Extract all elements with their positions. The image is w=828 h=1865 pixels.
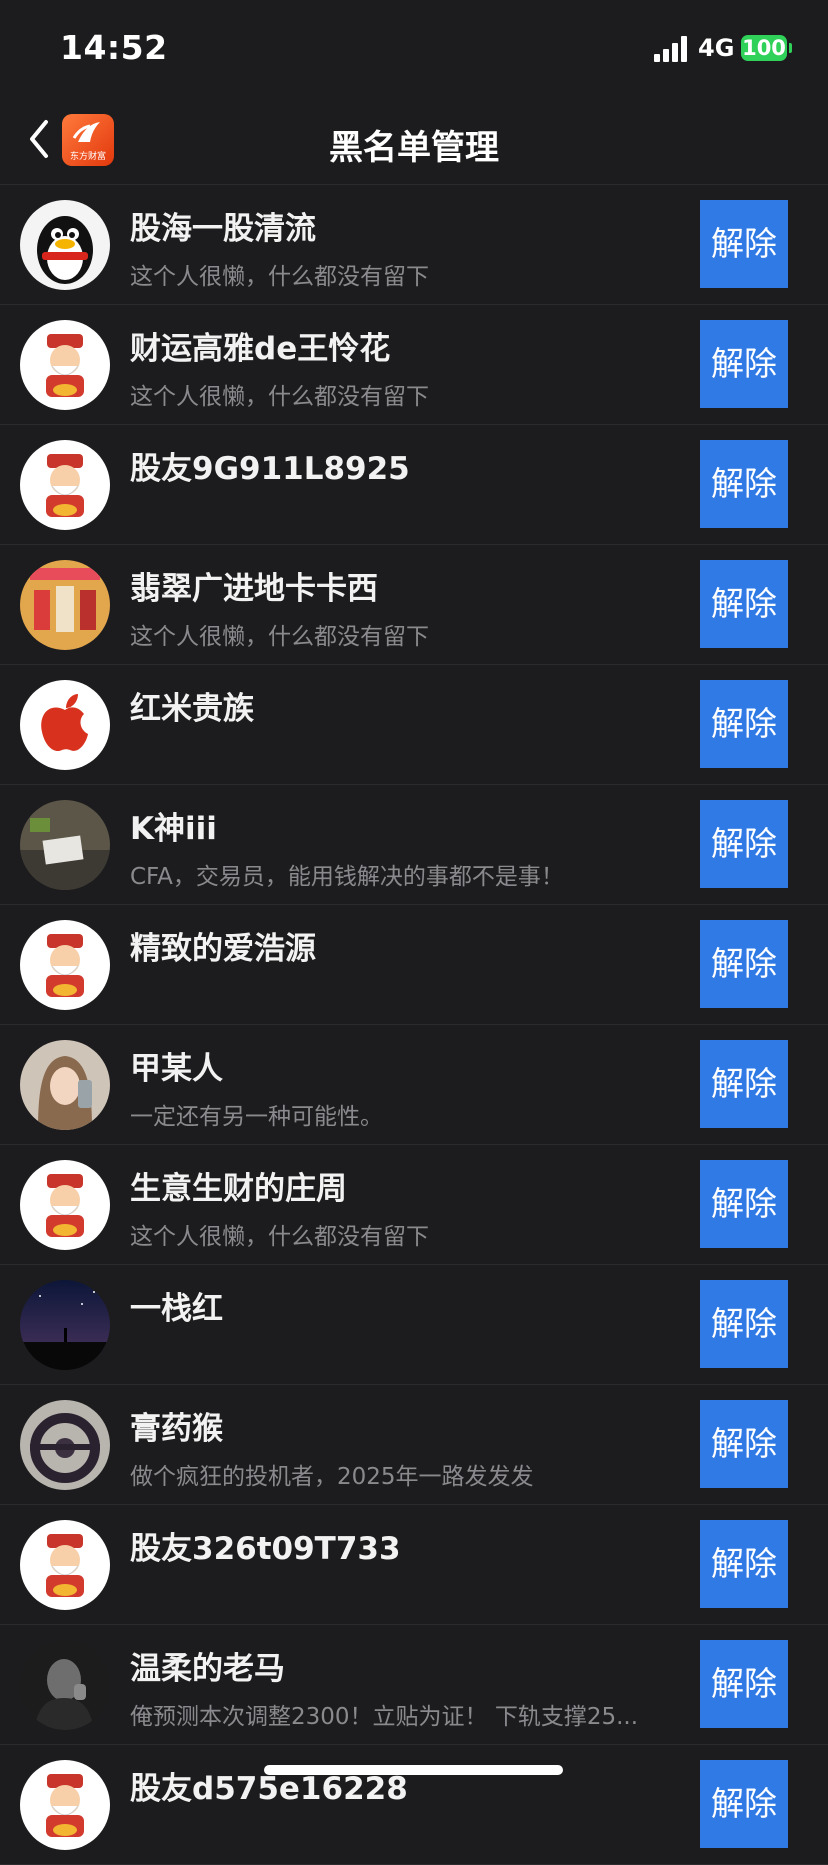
user-bio: 这个人很懒，什么都没有留下 [130, 264, 429, 290]
network-type: 4G [698, 34, 735, 62]
list-item[interactable]: 财运高雅de王怜花这个人很懒，什么都没有留下 解除 [0, 305, 828, 425]
status-bar: 14:52 4G 100 [0, 0, 828, 100]
user-bio: 做个疯狂的投机者，2025年一路发发发 [130, 1464, 534, 1490]
user-bio: 这个人很懒，什么都没有留下 [130, 1224, 429, 1250]
night-sky-avatar[interactable] [20, 1280, 110, 1370]
apple-logo-avatar[interactable] [20, 680, 110, 770]
list-item[interactable]: 一栈红 解除 [0, 1265, 828, 1385]
unblock-button[interactable]: 解除 [700, 680, 788, 768]
page-title: 黑名单管理 [329, 128, 499, 168]
list-item[interactable]: 股友326t09T733 解除 [0, 1505, 828, 1625]
user-name: 甲某人 [130, 1051, 223, 1087]
battery-cap [789, 43, 792, 53]
unblock-button[interactable]: 解除 [700, 560, 788, 648]
unblock-button[interactable]: 解除 [700, 1640, 788, 1728]
blacklist: 股海一股清流 这个人很懒，什么都没有留下 解除 财运高雅de王怜花 这个人很懒，什么都没… [0, 185, 828, 1865]
list-item[interactable]: 温柔的老马俺预测本次调整2300！立贴为证！ 下轨支撑25... 解除 [0, 1625, 828, 1745]
user-name: 膏药猴 [130, 1411, 223, 1447]
fortune-god-avatar[interactable] [20, 440, 110, 530]
user-name: 股海一股清流 [130, 211, 316, 247]
unblock-button[interactable]: 解除 [700, 440, 788, 528]
unblock-button[interactable]: 解除 [700, 1160, 788, 1248]
user-name: 温柔的老马 [130, 1651, 285, 1687]
list-item[interactable]: 股友d575e16228 解除 [0, 1745, 828, 1865]
fortune-god-avatar[interactable] [20, 320, 110, 410]
status-time: 14:52 [60, 28, 168, 67]
user-name: 一栈红 [130, 1291, 223, 1327]
user-bio: 这个人很懒，什么都没有留下 [130, 624, 429, 650]
family-photo-avatar[interactable] [20, 560, 110, 650]
list-item[interactable]: 红米贵族 解除 [0, 665, 828, 785]
user-name: 翡翠广进地卡卡西 [130, 571, 378, 607]
unblock-button[interactable]: 解除 [700, 800, 788, 888]
list-item[interactable]: 精致的爱浩源 解除 [0, 905, 828, 1025]
desk-photo-avatar[interactable] [20, 800, 110, 890]
user-name: 生意生财的庄周 [130, 1171, 347, 1207]
list-item[interactable]: 甲某人一定还有另一种可能性。 解除 [0, 1025, 828, 1145]
nav-bar: 东方财富 黑名单管理 [0, 100, 828, 185]
unblock-button[interactable]: 解除 [700, 1520, 788, 1608]
user-name: 财运高雅de王怜花 [130, 331, 391, 367]
list-item[interactable]: K神iii CFA，交易员，能用钱解决的事都不是事！ 解除 [0, 785, 828, 905]
steering-wheel-avatar[interactable] [20, 1400, 110, 1490]
cellular-signal-icon [654, 36, 688, 62]
unblock-button[interactable]: 解除 [700, 1040, 788, 1128]
user-bio: 俺预测本次调整2300！立贴为证！ 下轨支撑25... [130, 1704, 639, 1730]
fortune-god-avatar[interactable] [20, 1760, 110, 1850]
user-name: 红米贵族 [130, 691, 254, 727]
fortune-god-avatar[interactable] [20, 1160, 110, 1250]
user-bio: CFA，交易员，能用钱解决的事都不是事！ [130, 864, 564, 890]
fortune-god-avatar[interactable] [20, 920, 110, 1010]
list-item[interactable]: 股友9G911L8925 解除 [0, 425, 828, 545]
user-bio: 这个人很懒，什么都没有留下 [130, 384, 429, 410]
user-name: 股友326t09T733 [130, 1531, 401, 1567]
man-portrait-avatar[interactable] [20, 1640, 110, 1730]
unblock-button[interactable]: 解除 [700, 200, 788, 288]
list-item[interactable]: 翡翠广进地卡卡西这个人很懒，什么都没有留下 解除 [0, 545, 828, 665]
unblock-button[interactable]: 解除 [700, 1760, 788, 1848]
unblock-button[interactable]: 解除 [700, 1280, 788, 1368]
unblock-button[interactable]: 解除 [700, 320, 788, 408]
list-item[interactable]: 膏药猴做个疯狂的投机者，2025年一路发发发 解除 [0, 1385, 828, 1505]
list-item[interactable]: 股海一股清流这个人很懒，什么都没有留下 解除 [0, 185, 828, 305]
user-bio: 一定还有另一种可能性。 [130, 1104, 383, 1130]
user-name: 精致的爱浩源 [130, 931, 316, 967]
user-name: 股友9G911L8925 [130, 451, 410, 487]
unblock-button[interactable]: 解除 [700, 920, 788, 1008]
portrait-avatar[interactable] [20, 1040, 110, 1130]
battery-icon: 100 [741, 35, 787, 61]
list-item[interactable]: 生意生财的庄周这个人很懒，什么都没有留下 解除 [0, 1145, 828, 1265]
home-indicator [264, 1765, 563, 1775]
unblock-button[interactable]: 解除 [700, 1400, 788, 1488]
penguin-avatar[interactable] [20, 200, 110, 290]
user-name: K神iii [130, 811, 217, 847]
fortune-god-avatar[interactable] [20, 1520, 110, 1610]
